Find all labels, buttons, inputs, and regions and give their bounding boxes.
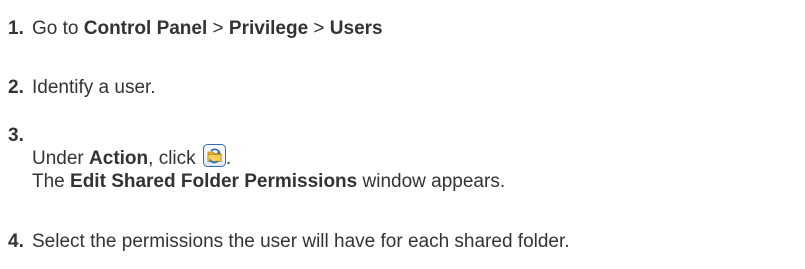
step-number: 2. [8,77,24,98]
under-text: Under [32,148,90,169]
action-label: Action [89,148,149,169]
step-number: 1. [8,18,24,39]
step-1: 1. Go to Control Panel > Privilege > User… [8,18,383,40]
window-appears-text: window appears. [357,171,506,192]
step-text: Under Action, click . The Edit Shared Fo… [32,144,505,193]
path-separator: > [308,18,330,39]
step-2: 2. Identify a user. [8,77,156,99]
window-name-label: Edit Shared Folder Permissions [70,171,358,192]
privilege-label: Privilege [228,18,309,39]
step-3-line-1: Under Action, click . [32,144,505,170]
users-label: Users [329,18,383,39]
step-3-line-2: The Edit Shared Folder Permissions windo… [32,170,505,193]
click-text: , click [148,148,201,169]
step-text: Go to Control Panel > Privilege > Users [32,18,383,39]
period-text: . [225,148,232,169]
step-text-prefix: Go to [32,18,84,39]
edit-shared-folder-permissions-icon[interactable] [202,144,226,167]
step-number: 4. [8,231,24,252]
step-text: Identify a user. [32,77,156,98]
control-panel-label: Control Panel [83,18,208,39]
step-number: 3. [8,125,24,146]
path-separator: > [207,18,229,39]
the-text: The [32,171,71,192]
step-text: Select the permissions the user will hav… [32,231,570,252]
step-4: 4. Select the permissions the user will h… [8,231,570,253]
